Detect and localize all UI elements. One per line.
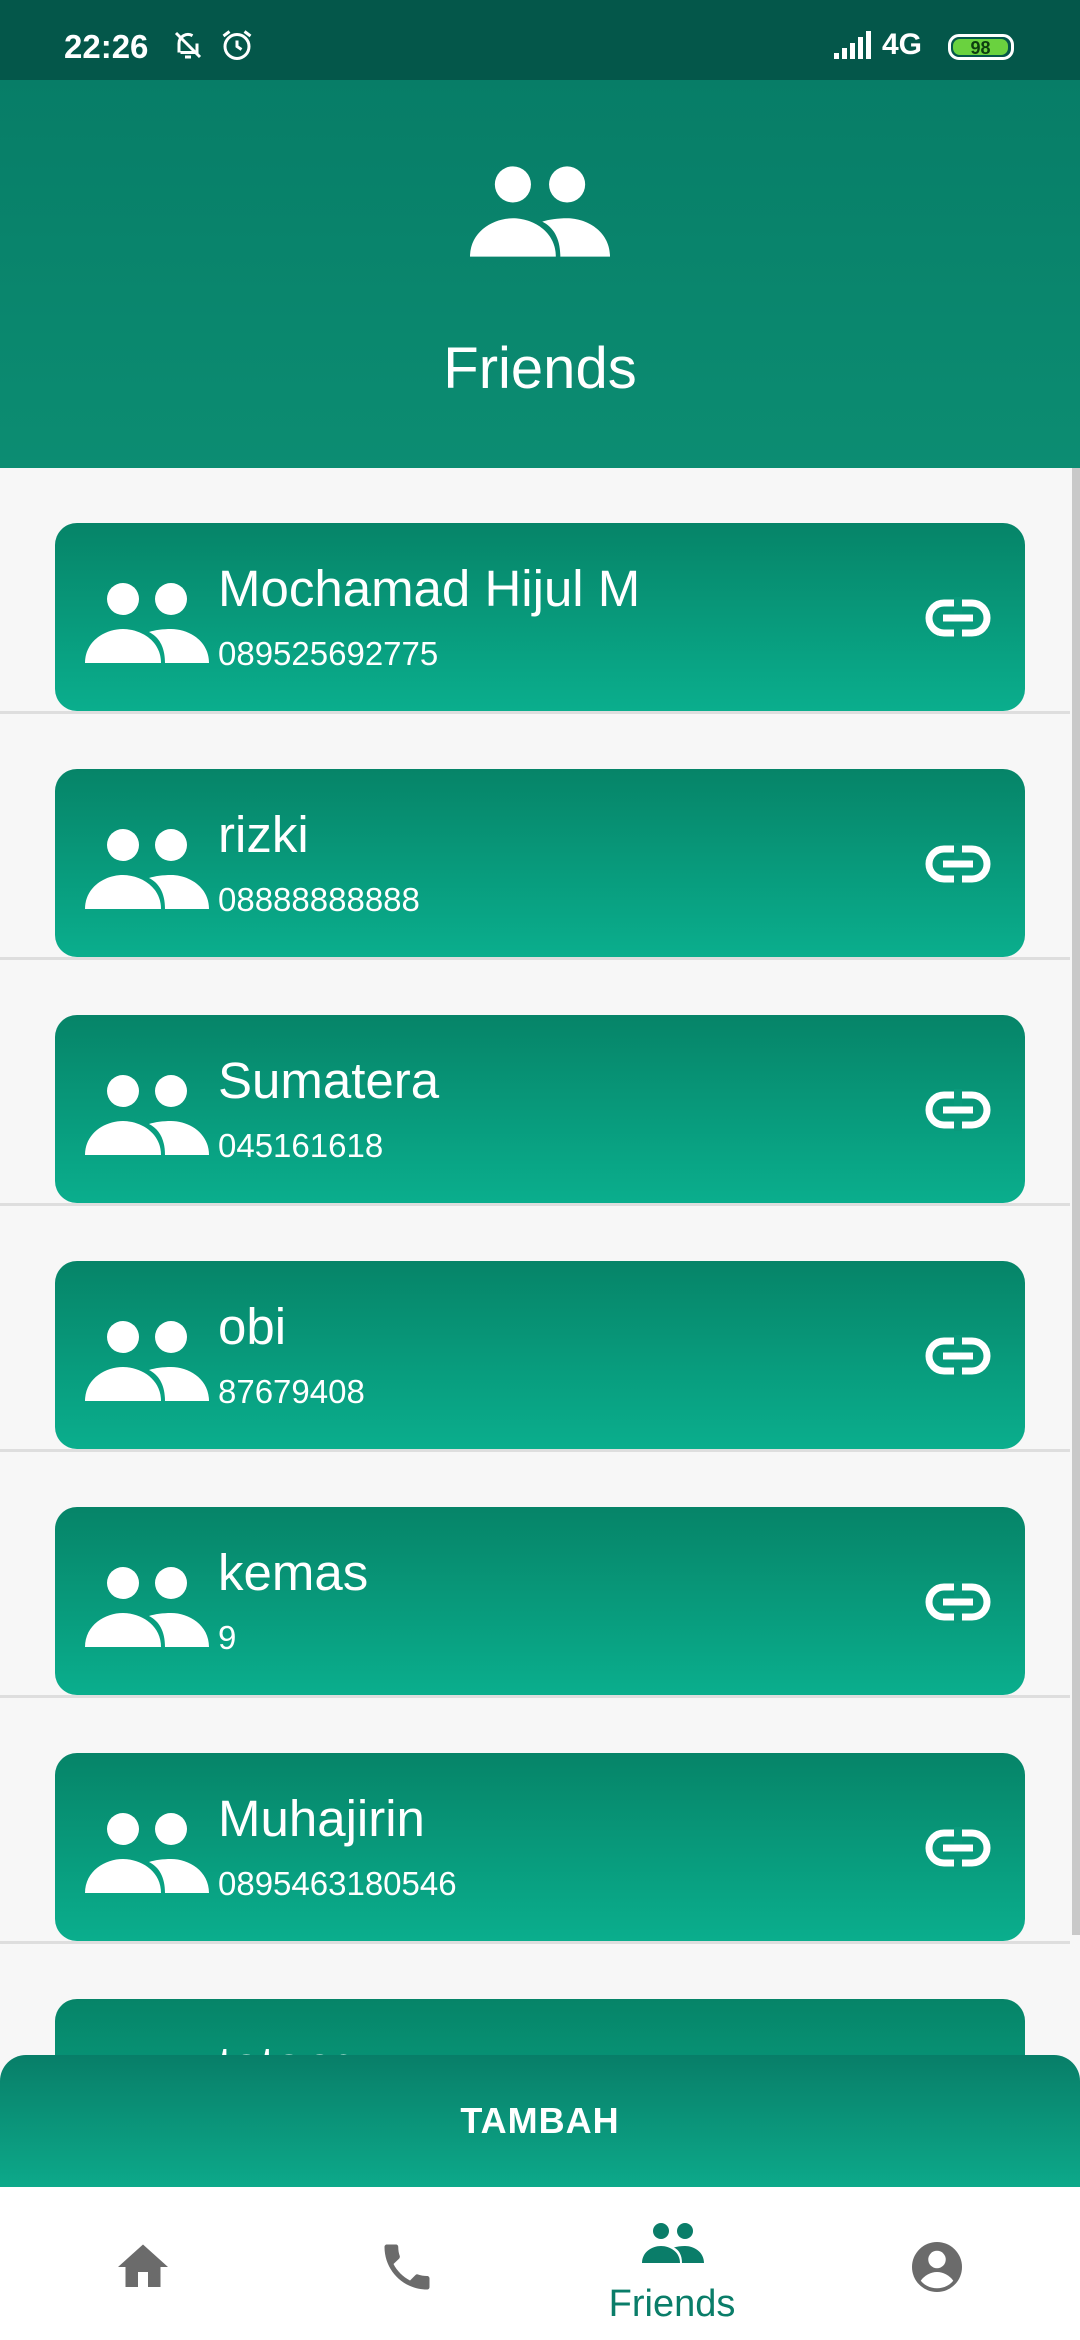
friends-icon bbox=[85, 1309, 209, 1405]
friend-card[interactable]: totong bbox=[55, 1999, 1025, 2055]
friends-icon bbox=[85, 817, 209, 913]
friend-phone: 089525692775 bbox=[218, 635, 439, 672]
friend-name: obi bbox=[218, 1298, 287, 1355]
friends-icon bbox=[85, 1555, 209, 1651]
link-icon[interactable] bbox=[925, 593, 991, 643]
friend-card[interactable]: rizki 08888888888 bbox=[55, 769, 1025, 957]
friend-name: rizki bbox=[218, 806, 309, 863]
page-title: Friends bbox=[443, 336, 637, 401]
scrollbar[interactable] bbox=[1072, 468, 1080, 1935]
home-icon bbox=[113, 2237, 173, 2297]
friends-icon bbox=[85, 571, 209, 667]
friend-name: totong bbox=[218, 2035, 360, 2055]
list-item: rizki 08888888888 bbox=[0, 714, 1070, 960]
friends-icon bbox=[642, 2217, 704, 2277]
friends-icon bbox=[85, 2047, 209, 2055]
list-item: totong bbox=[0, 1944, 1070, 2055]
network-type: 4G bbox=[882, 28, 923, 61]
list-item: Mochamad Hijul M 089525692775 bbox=[0, 468, 1070, 714]
friends-icon bbox=[85, 1801, 209, 1897]
list-item: Sumatera 045161618 bbox=[0, 960, 1070, 1206]
bottom-navigation: Friends bbox=[0, 2187, 1080, 2340]
phone-icon bbox=[377, 2237, 437, 2297]
nav-friends-label: Friends bbox=[608, 2283, 736, 2325]
battery-level: 98 bbox=[953, 39, 1008, 57]
status-bar: 22:26 4G 98 bbox=[0, 0, 1080, 80]
add-friend-button[interactable]: TAMBAH bbox=[0, 2055, 1080, 2187]
friend-name: Sumatera bbox=[218, 1052, 440, 1109]
page-header: Friends bbox=[0, 80, 1080, 468]
friend-card[interactable]: kemas 9 bbox=[55, 1507, 1025, 1695]
link-icon[interactable] bbox=[925, 1085, 991, 1135]
friends-icon bbox=[85, 1063, 209, 1159]
friend-phone: 9 bbox=[218, 1619, 237, 1656]
friend-phone: 08888888888 bbox=[218, 881, 420, 918]
signal-icon bbox=[832, 27, 876, 63]
friend-phone: 87679408 bbox=[218, 1373, 365, 1410]
list-item: kemas 9 bbox=[0, 1452, 1070, 1698]
nav-call[interactable] bbox=[272, 2187, 542, 2340]
account-icon bbox=[907, 2237, 967, 2297]
nav-home[interactable] bbox=[8, 2187, 278, 2340]
status-time: 22:26 bbox=[64, 28, 149, 65]
friend-name: Muhajirin bbox=[218, 1790, 425, 1847]
link-icon[interactable] bbox=[925, 1577, 991, 1627]
bell-off-icon bbox=[170, 27, 206, 63]
list-item: obi 87679408 bbox=[0, 1206, 1070, 1452]
friend-name: Mochamad Hijul M bbox=[218, 560, 641, 617]
friends-icon bbox=[470, 152, 610, 262]
friend-card[interactable]: obi 87679408 bbox=[55, 1261, 1025, 1449]
nav-friends[interactable]: Friends bbox=[537, 2187, 807, 2340]
list-item: Muhajirin 0895463180546 bbox=[0, 1698, 1070, 1944]
friends-list[interactable]: Mochamad Hijul M 089525692775 rizki 0888… bbox=[0, 468, 1070, 2055]
friend-card[interactable]: Sumatera 045161618 bbox=[55, 1015, 1025, 1203]
friend-name: kemas bbox=[218, 1544, 369, 1601]
link-icon[interactable] bbox=[925, 839, 991, 889]
nav-account[interactable] bbox=[802, 2187, 1072, 2340]
link-icon[interactable] bbox=[925, 1823, 991, 1873]
friend-phone: 045161618 bbox=[218, 1127, 384, 1164]
friend-card[interactable]: Muhajirin 0895463180546 bbox=[55, 1753, 1025, 1941]
link-icon[interactable] bbox=[925, 1331, 991, 1381]
friend-phone: 0895463180546 bbox=[218, 1865, 457, 1902]
battery-icon: 98 bbox=[948, 34, 1014, 60]
alarm-icon bbox=[219, 27, 255, 63]
friend-card[interactable]: Mochamad Hijul M 089525692775 bbox=[55, 523, 1025, 711]
